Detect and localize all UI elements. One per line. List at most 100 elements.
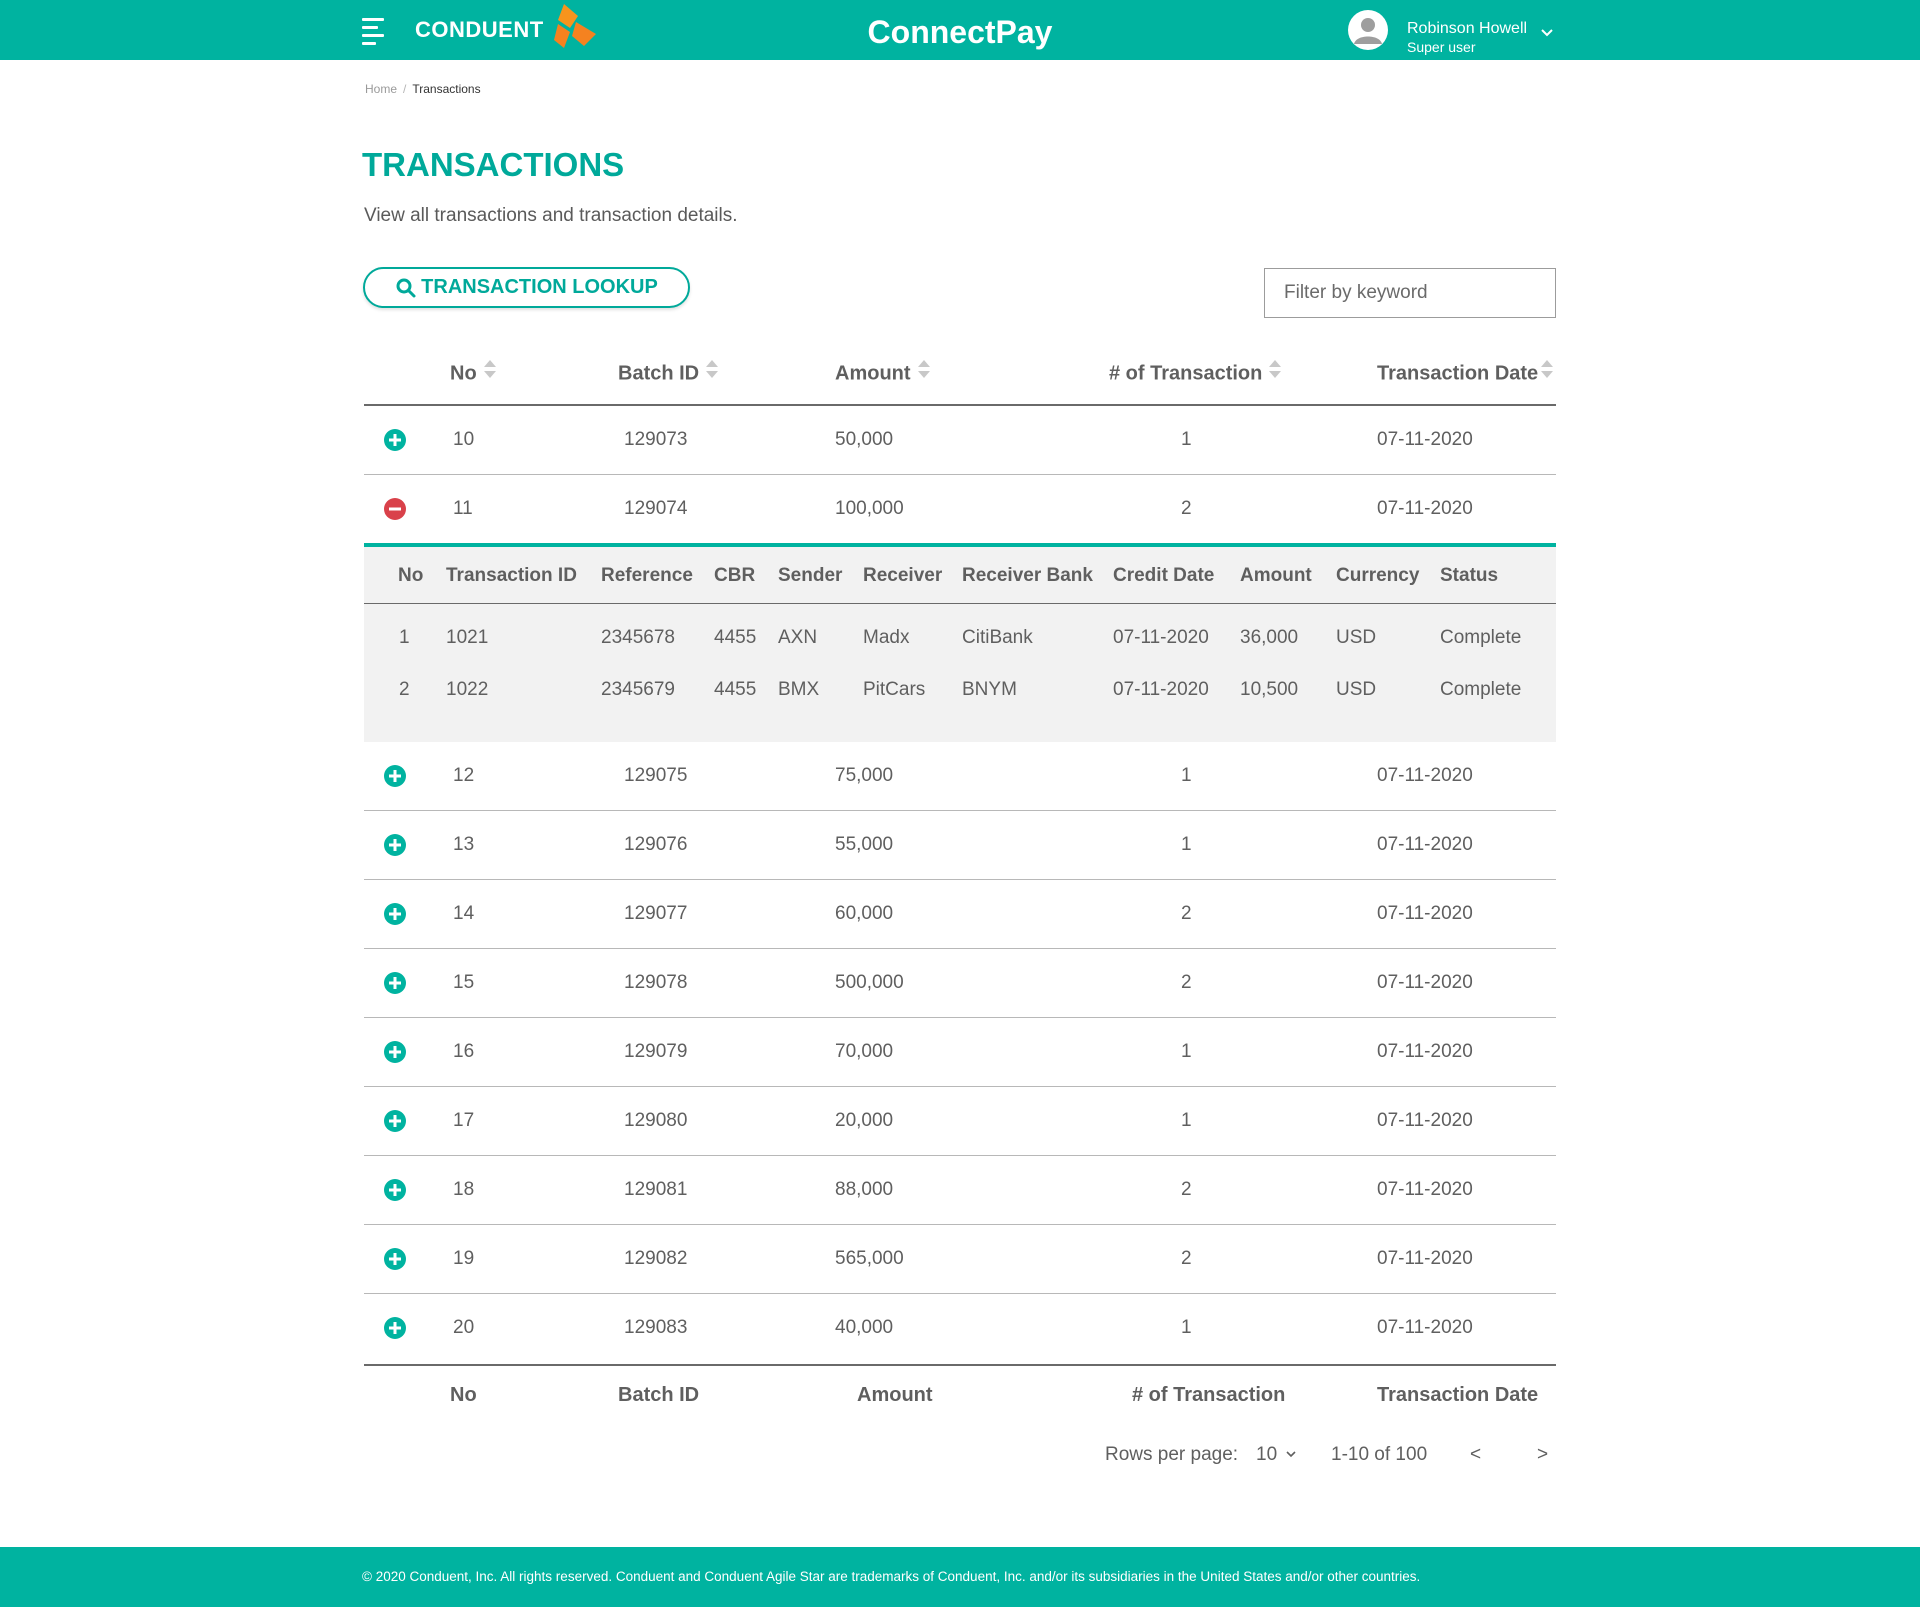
cell-transaction-count: 1 [1181, 765, 1192, 786]
detail-column-header: Receiver [863, 565, 943, 586]
cell-amount: 75,000 [835, 765, 894, 786]
detail-cell: 2345679 [601, 679, 675, 700]
cell-batch-id: 129075 [624, 765, 688, 786]
filter-keyword-input[interactable] [1264, 268, 1556, 318]
sort-icon[interactable] [1540, 358, 1554, 386]
conduent-logo-icon [550, 2, 598, 55]
column-header-batch-id[interactable]: Batch ID [618, 360, 719, 386]
conduent-logo[interactable]: CONDUENT [415, 2, 598, 56]
table-row[interactable]: 13 129076 55,000 1 07-11-2020 [364, 811, 1556, 880]
rows-per-page-select[interactable]: 10 [1256, 1444, 1296, 1466]
detail-row: 2 1022 2345679 4455 BMX PitCars BNYM 07-… [364, 664, 1556, 716]
table-row[interactable]: 16 129079 70,000 1 07-11-2020 [364, 1018, 1556, 1087]
table-row[interactable]: 11 129074 100,000 2 07-11-2020 [364, 475, 1556, 543]
cell-transaction-count: 2 [1181, 498, 1192, 519]
detail-cell: 2345678 [601, 627, 675, 648]
table-row[interactable]: 20 129083 40,000 1 07-11-2020 [364, 1294, 1556, 1362]
cell-transaction-count: 2 [1181, 972, 1192, 993]
chevron-down-icon [1286, 1451, 1296, 1458]
expand-row-icon[interactable] [384, 834, 406, 856]
detail-cell: 2 [399, 679, 410, 700]
cell-no: 10 [453, 429, 475, 450]
cell-no: 13 [453, 834, 475, 855]
cell-transaction-date: 07-11-2020 [1377, 498, 1473, 519]
expand-row-icon[interactable] [384, 1248, 406, 1270]
previous-page-button[interactable]: < [1470, 1444, 1481, 1466]
expand-row-icon[interactable] [384, 1110, 406, 1132]
cell-transaction-count: 1 [1181, 1041, 1192, 1062]
expand-row-icon[interactable] [384, 1041, 406, 1063]
cell-no: 16 [453, 1041, 475, 1062]
expand-row-icon[interactable] [384, 903, 406, 925]
table-row[interactable]: 19 129082 565,000 2 07-11-2020 [364, 1225, 1556, 1294]
detail-column-header: Credit Date [1113, 565, 1215, 586]
detail-cell: BMX [778, 679, 820, 700]
cell-transaction-count: 2 [1181, 1248, 1192, 1269]
column-header-transaction-date[interactable]: Transaction Date [1377, 360, 1554, 386]
table-row[interactable]: 17 129080 20,000 1 07-11-2020 [364, 1087, 1556, 1156]
cell-transaction-date: 07-11-2020 [1377, 1110, 1473, 1131]
search-icon [396, 278, 416, 297]
chevron-down-icon[interactable] [1541, 24, 1553, 42]
rows-per-page-value: 10 [1256, 1444, 1278, 1465]
cell-amount: 40,000 [835, 1317, 894, 1338]
cell-no: 15 [453, 972, 475, 993]
footer-column-label: Amount [857, 1384, 933, 1406]
table-row[interactable]: 12 129075 75,000 1 07-11-2020 [364, 742, 1556, 811]
cell-no: 19 [453, 1248, 475, 1269]
detail-column-header: Status [1440, 565, 1499, 586]
user-menu[interactable]: Robinson Howell Super user [1348, 10, 1558, 56]
sort-icon[interactable] [1268, 358, 1282, 386]
table-row[interactable]: 10 129073 50,000 1 07-11-2020 [364, 406, 1556, 475]
collapse-row-icon[interactable] [384, 498, 406, 520]
cell-transaction-date: 07-11-2020 [1377, 903, 1473, 924]
table-row[interactable]: 15 129078 500,000 2 07-11-2020 [364, 949, 1556, 1018]
next-page-button[interactable]: > [1537, 1444, 1548, 1466]
breadcrumb-home[interactable]: Home [365, 82, 397, 96]
table-row[interactable]: 18 129081 88,000 2 07-11-2020 [364, 1156, 1556, 1225]
transaction-lookup-button[interactable]: TRANSACTION LOOKUP [363, 267, 690, 308]
cell-transaction-count: 1 [1181, 1110, 1192, 1131]
sort-icon[interactable] [917, 358, 931, 386]
pagination-range: 1-10 of 100 [1331, 1444, 1428, 1465]
table-row[interactable]: 14 129077 60,000 2 07-11-2020 [364, 880, 1556, 949]
cell-transaction-count: 1 [1181, 1317, 1192, 1338]
expand-row-icon[interactable] [384, 765, 406, 787]
cell-transaction-date: 07-11-2020 [1377, 972, 1473, 993]
sort-icon[interactable] [483, 358, 497, 386]
detail-column-header: No [398, 565, 424, 586]
detail-column-header: Amount [1240, 565, 1312, 586]
cell-amount: 565,000 [835, 1248, 904, 1269]
page-title: TRANSACTIONS [362, 146, 625, 183]
detail-cell: 4455 [714, 679, 757, 700]
cell-transaction-date: 07-11-2020 [1377, 1179, 1473, 1200]
detail-cell: USD [1336, 679, 1377, 700]
cell-amount: 88,000 [835, 1179, 894, 1200]
sort-icon[interactable] [705, 358, 719, 386]
column-header-amount[interactable]: Amount [835, 360, 931, 386]
rows-per-page-label: Rows per page: [1105, 1444, 1239, 1465]
column-header-label: Amount [835, 362, 911, 385]
cell-batch-id: 129076 [624, 834, 688, 855]
cell-transaction-date: 07-11-2020 [1377, 429, 1473, 450]
cell-batch-id: 129073 [624, 429, 688, 450]
detail-column-header: Sender [778, 565, 843, 586]
cell-amount: 500,000 [835, 972, 904, 993]
menu-icon[interactable] [362, 18, 384, 45]
expand-row-icon[interactable] [384, 429, 406, 451]
column-header-transaction-count[interactable]: # of Transaction [1109, 360, 1282, 386]
cell-transaction-date: 07-11-2020 [1377, 1317, 1473, 1338]
user-avatar-icon [1348, 10, 1388, 50]
footer-column-label: # of Transaction [1132, 1384, 1286, 1406]
cell-no: 11 [453, 498, 473, 519]
top-header: CONDUENT ConnectPay Robinson Howell Supe… [0, 0, 1920, 60]
expand-row-icon[interactable] [384, 1179, 406, 1201]
cell-amount: 60,000 [835, 903, 894, 924]
detail-cell: CitiBank [962, 627, 1033, 648]
expand-row-icon[interactable] [384, 972, 406, 994]
cell-transaction-count: 2 [1181, 1179, 1192, 1200]
detail-table-header: No Transaction ID Reference CBR Sender R… [364, 547, 1556, 604]
detail-column-header: Reference [601, 565, 693, 586]
column-header-no[interactable]: No [450, 360, 497, 386]
expand-row-icon[interactable] [384, 1317, 406, 1339]
